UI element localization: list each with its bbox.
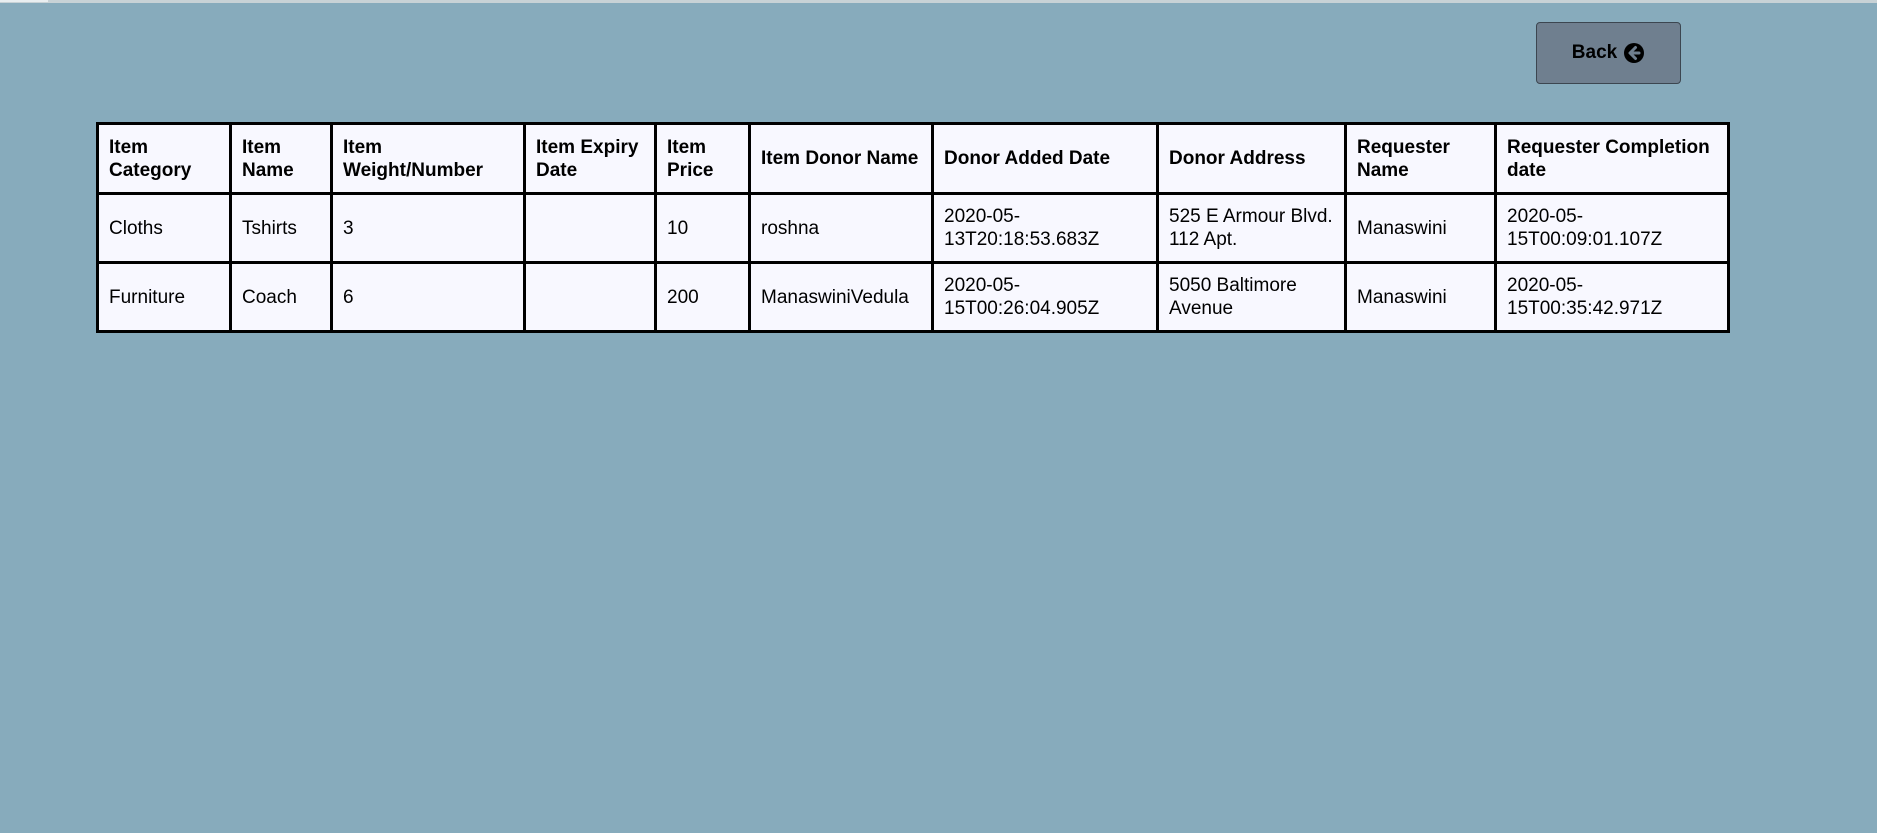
cell-requester-name: Manaswini	[1344, 261, 1497, 333]
header-requester-completion-date: Requester Completion date	[1494, 122, 1730, 195]
cell-item-price: 10	[654, 192, 751, 264]
header-donor-added-date: Donor Added Date	[931, 122, 1159, 195]
cell-donor-added-date: 2020-05-15T00:26:04.905Z	[931, 261, 1159, 333]
cell-item-price: 200	[654, 261, 751, 333]
cell-completion-date: 2020-05-15T00:09:01.107Z	[1494, 192, 1730, 264]
cell-donor-added-date: 2020-05-13T20:18:53.683Z	[931, 192, 1159, 264]
header-donor-address: Donor Address	[1156, 122, 1347, 195]
cell-completion-date: 2020-05-15T00:35:42.971Z	[1494, 261, 1730, 333]
header-requester-name: Requester Name	[1344, 122, 1497, 195]
header-item-weight-number: Item Weight/Number	[330, 122, 526, 195]
top-browser-strip	[0, 0, 1877, 3]
top-strip-tab	[0, 0, 48, 2]
cell-donor-address: 5050 Baltimore Avenue	[1156, 261, 1347, 333]
cell-item-name: Coach	[229, 261, 333, 333]
cell-item-expiry	[523, 192, 657, 264]
back-button[interactable]: Back	[1536, 22, 1681, 84]
cell-item-category: Furniture	[96, 261, 232, 333]
donations-table-container: Item Category Item Name Item Weight/Numb…	[96, 122, 1730, 333]
cell-item-name: Tshirts	[229, 192, 333, 264]
header-item-category: Item Category	[96, 122, 232, 195]
table-row: Cloths Tshirts 3 10 roshna 2020-05-13T20…	[96, 192, 1730, 264]
header-item-name: Item Name	[229, 122, 333, 195]
cell-requester-name: Manaswini	[1344, 192, 1497, 264]
header-item-donor-name: Item Donor Name	[748, 122, 934, 195]
cell-donor-address: 525 E Armour Blvd. 112 Apt.	[1156, 192, 1347, 264]
back-button-label: Back	[1571, 42, 1618, 63]
cell-donor-name: ManaswiniVedula	[748, 261, 934, 333]
donations-table: Item Category Item Name Item Weight/Numb…	[96, 122, 1730, 333]
cell-item-category: Cloths	[96, 192, 232, 264]
cell-item-weight: 6	[330, 261, 526, 333]
table-row: Furniture Coach 6 200 ManaswiniVedula 20…	[96, 261, 1730, 333]
table-header-row: Item Category Item Name Item Weight/Numb…	[96, 122, 1730, 195]
header-item-price: Item Price	[654, 122, 751, 195]
cell-item-expiry	[523, 261, 657, 333]
cell-donor-name: roshna	[748, 192, 934, 264]
header-item-expiry-date: Item Expiry Date	[523, 122, 657, 195]
circle-arrow-left-icon	[1623, 42, 1645, 64]
cell-item-weight: 3	[330, 192, 526, 264]
